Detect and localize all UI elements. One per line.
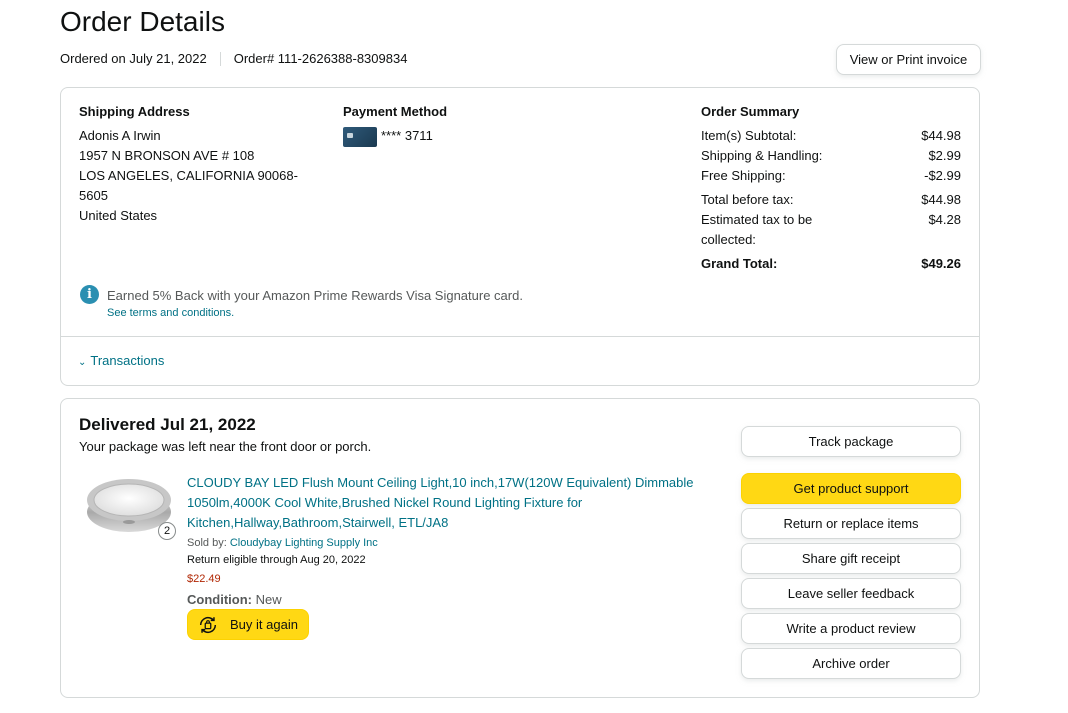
address-line: LOS ANGELES, CALIFORNIA 90068- [79, 168, 298, 183]
summary-row: Total before tax: $44.98 [701, 190, 961, 210]
terms-link[interactable]: See terms and conditions. [107, 306, 234, 321]
condition-label: Condition: [187, 592, 252, 607]
summary-row: Estimated tax to be collected: $4.28 [701, 210, 961, 250]
summary-value: $44.98 [921, 128, 961, 143]
summary-label: Estimated tax to be collected: [701, 212, 813, 247]
condition-value: New [255, 592, 282, 607]
order-number: Order# 111-2626388-8309834 [233, 51, 408, 66]
item-condition: Condition: New [187, 591, 282, 609]
summary-row: Free Shipping: -$2.99 [701, 166, 961, 186]
page-title: Order Details [60, 6, 225, 37]
grand-total-value: $49.26 [921, 256, 961, 271]
summary-label: Shipping & Handling: [701, 148, 823, 163]
address-line: Adonis A Irwin [79, 128, 161, 143]
info-icon: i [80, 285, 99, 304]
summary-label: Grand Total: [701, 256, 778, 271]
return-eligibility: Return eligible through Aug 20, 2022 [187, 554, 366, 566]
share-gift-receipt-button[interactable]: Share gift receipt [741, 543, 961, 574]
address-line: 1957 N BRONSON AVE # 108 [79, 148, 255, 163]
buy-again-button[interactable]: Buy it again [187, 609, 309, 640]
summary-value: -$2.99 [924, 168, 961, 183]
rewards-text: Earned 5% Back with your Amazon Prime Re… [107, 288, 523, 303]
transactions-label: Transactions [90, 353, 165, 368]
card-number: **** 3711 [381, 128, 433, 143]
chevron-down-icon: ⌄ [78, 357, 87, 368]
summary-value: $4.28 [928, 212, 961, 227]
summary-label: Total before tax: [701, 192, 794, 207]
seller-feedback-button[interactable]: Leave seller feedback [741, 578, 961, 609]
summary-row: Shipping & Handling: $2.99 [701, 146, 961, 166]
transactions-toggle[interactable]: ⌄ Transactions [78, 352, 164, 372]
summary-label: Free Shipping: [701, 168, 786, 183]
seller-link[interactable]: Cloudybay Lighting Supply Inc [230, 537, 378, 549]
credit-card-icon [343, 127, 377, 147]
sold-by: Sold by: Cloudybay Lighting Supply Inc [187, 536, 378, 551]
order-meta: Ordered on July 21, 2022 Order# 111-2626… [60, 50, 407, 68]
summary-value: $2.99 [928, 148, 961, 163]
track-package-button[interactable]: Track package [741, 426, 961, 457]
delivery-note: Your package was left near the front doo… [79, 439, 372, 454]
view-invoice-button[interactable]: View or Print invoice [836, 44, 981, 75]
section-divider [61, 336, 979, 337]
summary-value: $44.98 [921, 192, 961, 207]
payment-method-heading: Payment Method [343, 104, 448, 119]
order-summary-heading: Order Summary [701, 104, 800, 119]
meta-divider [219, 52, 221, 66]
delivery-status: Delivered Jul 21, 2022 [79, 415, 256, 434]
item-price: $22.49 [187, 573, 221, 585]
quantity-badge: 2 [158, 522, 176, 540]
shipping-address: Adonis A Irwin 1957 N BRONSON AVE # 108 … [79, 126, 319, 226]
shipping-address-heading: Shipping Address [79, 104, 190, 119]
order-date: Ordered on July 21, 2022 [60, 51, 207, 66]
buy-again-label: Buy it again [230, 617, 298, 632]
archive-order-button[interactable]: Archive order [741, 648, 961, 679]
address-line: 5605 [79, 188, 108, 203]
buy-again-icon [199, 616, 217, 633]
product-title-link[interactable]: CLOUDY BAY LED Flush Mount Ceiling Light… [187, 473, 707, 533]
summary-row: Item(s) Subtotal: $44.98 [701, 126, 961, 146]
summary-label: Item(s) Subtotal: [701, 128, 797, 143]
write-review-button[interactable]: Write a product review [741, 613, 961, 644]
address-line: United States [79, 208, 158, 223]
sold-by-label: Sold by: [187, 537, 227, 549]
grand-total-row: Grand Total: $49.26 [701, 254, 961, 274]
return-replace-button[interactable]: Return or replace items [741, 508, 961, 539]
get-product-support-button[interactable]: Get product support [741, 473, 961, 504]
